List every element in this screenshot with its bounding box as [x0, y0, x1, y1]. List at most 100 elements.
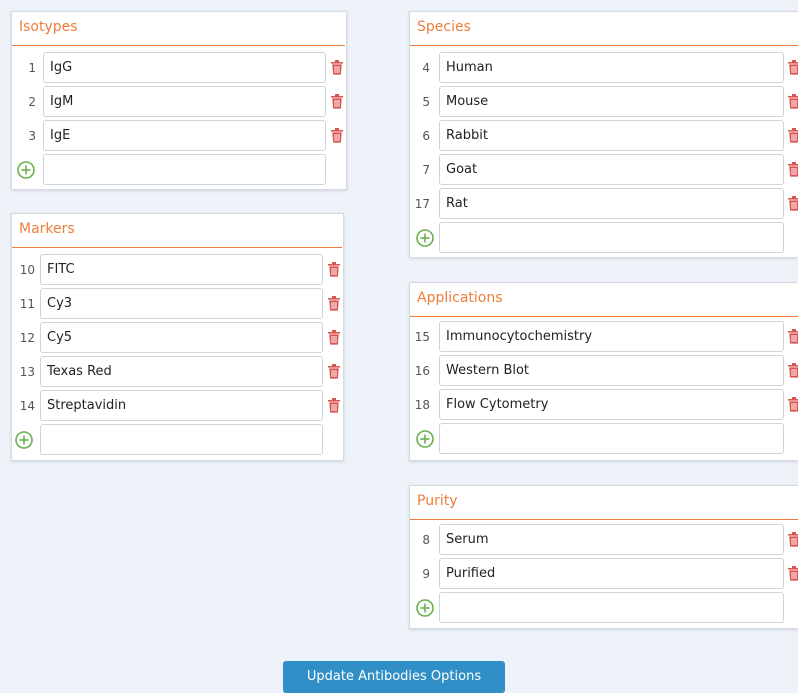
- item-value-field[interactable]: Western Blot: [439, 355, 784, 386]
- trash-icon[interactable]: [328, 296, 340, 311]
- markers-panel: Markers 10 FITC 11 Cy3 12 Cy5 13 Texas R…: [11, 213, 344, 461]
- item-value-field[interactable]: Goat: [439, 154, 784, 185]
- new-item-input[interactable]: [439, 423, 784, 454]
- plus-circle-icon[interactable]: [15, 431, 33, 449]
- trash-icon[interactable]: [788, 94, 798, 109]
- item-number: 9: [422, 567, 430, 581]
- panel-divider: [410, 316, 798, 317]
- item-value-field[interactable]: Texas Red: [40, 356, 323, 387]
- new-item-input[interactable]: [43, 154, 326, 185]
- item-number: 12: [19, 331, 35, 345]
- plus-circle-icon[interactable]: [416, 599, 434, 617]
- new-item-input[interactable]: [439, 222, 784, 253]
- item-value-field[interactable]: Mouse: [439, 86, 784, 117]
- item-number: 8: [422, 533, 430, 547]
- trash-icon[interactable]: [328, 398, 340, 413]
- panel-divider: [12, 247, 342, 248]
- item-number: 17: [414, 197, 430, 211]
- list-item: 10 FITC: [12, 254, 345, 288]
- trash-icon[interactable]: [331, 60, 343, 75]
- item-number: 2: [28, 95, 36, 109]
- panel-divider: [410, 519, 798, 520]
- trash-icon[interactable]: [331, 128, 343, 143]
- list-item: 6 Rabbit: [410, 120, 798, 154]
- add-item-row: [410, 423, 798, 457]
- purity-panel: Purity 8 Serum 9 Purified: [409, 485, 798, 629]
- trash-icon[interactable]: [328, 330, 340, 345]
- panel-divider: [12, 45, 345, 46]
- species-panel-title: Species: [417, 19, 471, 35]
- trash-icon[interactable]: [788, 566, 798, 581]
- trash-icon[interactable]: [788, 60, 798, 75]
- applications-panel: Applications 15 Immunocytochemistry 16 W…: [409, 282, 798, 461]
- item-value-field[interactable]: Human: [439, 52, 784, 83]
- list-item: 5 Mouse: [410, 86, 798, 120]
- list-item: 1 IgG: [12, 52, 348, 86]
- list-item: 9 Purified: [410, 558, 798, 592]
- item-value-field[interactable]: Cy5: [40, 322, 323, 353]
- plus-circle-icon[interactable]: [416, 430, 434, 448]
- markers-panel-title: Markers: [19, 221, 75, 237]
- item-number: 6: [422, 129, 430, 143]
- add-item-row: [410, 592, 798, 626]
- list-item: 2 IgM: [12, 86, 348, 120]
- item-value-field[interactable]: Purified: [439, 558, 784, 589]
- list-item: 13 Texas Red: [12, 356, 345, 390]
- list-item: 15 Immunocytochemistry: [410, 321, 798, 355]
- trash-icon[interactable]: [788, 128, 798, 143]
- item-number: 16: [414, 364, 430, 378]
- plus-circle-icon[interactable]: [416, 229, 434, 247]
- trash-icon[interactable]: [788, 329, 798, 344]
- isotypes-panel: Isotypes 1 IgG 2 IgM 3 IgE: [11, 11, 347, 190]
- list-item: 18 Flow Cytometry: [410, 389, 798, 423]
- item-value-field[interactable]: IgM: [43, 86, 326, 117]
- add-item-row: [410, 222, 798, 256]
- trash-icon[interactable]: [788, 397, 798, 412]
- species-panel: Species 4 Human 5 Mouse 6 Rabbit 7 Goat: [409, 11, 798, 258]
- new-item-input[interactable]: [40, 424, 323, 455]
- new-item-input[interactable]: [439, 592, 784, 623]
- item-number: 18: [414, 398, 430, 412]
- list-item: 7 Goat: [410, 154, 798, 188]
- trash-icon[interactable]: [328, 364, 340, 379]
- item-number: 13: [19, 365, 35, 379]
- trash-icon[interactable]: [788, 162, 798, 177]
- panel-divider: [410, 45, 798, 46]
- update-antibodies-options-button[interactable]: Update Antibodies Options: [283, 661, 505, 693]
- add-item-row: [12, 424, 345, 458]
- isotypes-panel-title: Isotypes: [19, 19, 78, 35]
- list-item: 16 Western Blot: [410, 355, 798, 389]
- item-number: 7: [422, 163, 430, 177]
- item-number: 1: [28, 61, 36, 75]
- item-number: 11: [19, 297, 35, 311]
- item-number: 15: [414, 330, 430, 344]
- trash-icon[interactable]: [788, 532, 798, 547]
- item-number: 4: [422, 61, 430, 75]
- item-value-field[interactable]: FITC: [40, 254, 323, 285]
- item-number: 10: [19, 263, 35, 277]
- add-item-row: [12, 154, 348, 188]
- item-value-field[interactable]: IgG: [43, 52, 326, 83]
- item-value-field[interactable]: Cy3: [40, 288, 323, 319]
- trash-icon[interactable]: [788, 196, 798, 211]
- item-number: 5: [422, 95, 430, 109]
- trash-icon[interactable]: [331, 94, 343, 109]
- list-item: 4 Human: [410, 52, 798, 86]
- trash-icon[interactable]: [788, 363, 798, 378]
- item-number: 3: [28, 129, 36, 143]
- item-value-field[interactable]: Rabbit: [439, 120, 784, 151]
- item-value-field[interactable]: Flow Cytometry: [439, 389, 784, 420]
- list-item: 11 Cy3: [12, 288, 345, 322]
- item-value-field[interactable]: Serum: [439, 524, 784, 555]
- list-item: 17 Rat: [410, 188, 798, 222]
- plus-circle-icon[interactable]: [17, 161, 35, 179]
- item-value-field[interactable]: Rat: [439, 188, 784, 219]
- item-number: 14: [19, 399, 35, 413]
- applications-panel-title: Applications: [417, 290, 503, 306]
- list-item: 12 Cy5: [12, 322, 345, 356]
- item-value-field[interactable]: IgE: [43, 120, 326, 151]
- list-item: 8 Serum: [410, 524, 798, 558]
- trash-icon[interactable]: [328, 262, 340, 277]
- item-value-field[interactable]: Immunocytochemistry: [439, 321, 784, 352]
- item-value-field[interactable]: Streptavidin: [40, 390, 323, 421]
